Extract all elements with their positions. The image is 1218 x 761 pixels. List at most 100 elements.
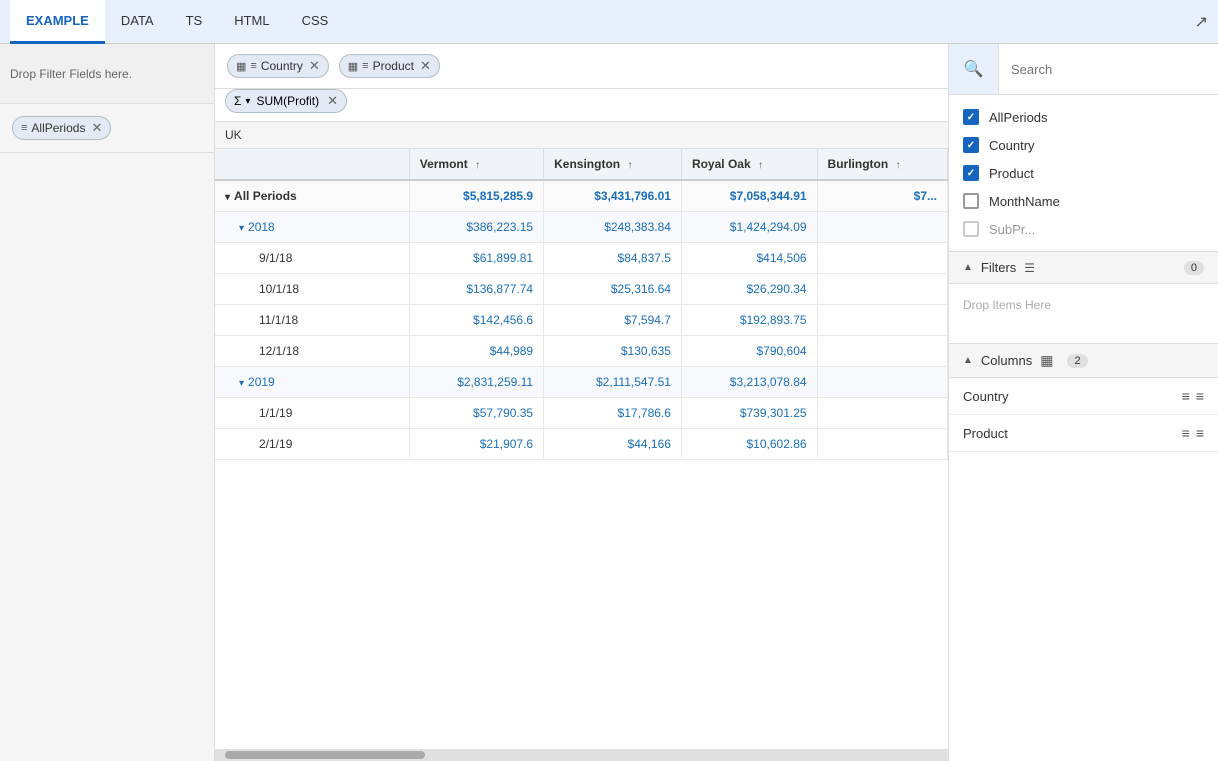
filters-section-header[interactable]: ▲ Filters ☰ 0 — [949, 252, 1218, 284]
top-tab-bar: EXAMPLE DATA TS HTML CSS ↗ — [0, 0, 1218, 44]
drop-filter-area: Drop Filter Fields here. — [0, 44, 214, 104]
column-filter-icon[interactable]: ≡ — [1182, 425, 1190, 441]
table-row: ▾2019$2,831,259.11$2,111,547.51$3,213,07… — [215, 367, 948, 398]
table-cell: $130,635 — [544, 336, 682, 367]
table-cell — [817, 274, 947, 305]
checkbox-box[interactable]: ✓ — [963, 165, 979, 181]
checkbox-item[interactable]: MonthName — [949, 187, 1218, 215]
column-drag-icon[interactable]: ≡ — [1196, 425, 1204, 441]
columns-grid-icon: ▦ — [1040, 352, 1053, 369]
table-cell — [817, 398, 947, 429]
search-bar: 🔍 — [949, 44, 1218, 95]
search-input[interactable] — [999, 52, 1218, 87]
expand-icon[interactable]: ↗ — [1195, 12, 1208, 32]
product-chip-sort-icon: ≡ — [362, 60, 368, 72]
columns-section-label: Columns — [981, 353, 1032, 368]
table-cell: $192,893.75 — [681, 305, 817, 336]
table-cell: $21,907.6 — [409, 429, 543, 460]
uk-label: UK — [215, 122, 948, 149]
drop-items-area: Drop Items Here — [949, 284, 1218, 344]
country-chip-close[interactable]: ✕ — [309, 58, 320, 74]
table-row: 12/1/18$44,989$130,635$790,604 — [215, 336, 948, 367]
vermont-sort-icon: ↑ — [475, 160, 480, 171]
table-cell: $57,790.35 — [409, 398, 543, 429]
burlington-sort-icon: ↑ — [896, 160, 901, 171]
checkbox-label: Product — [989, 166, 1034, 181]
search-icon-box[interactable]: 🔍 — [949, 44, 999, 94]
left-panel: Drop Filter Fields here. ≡ AllPeriods ✕ — [0, 44, 215, 761]
column-item: Product≡≡ — [949, 415, 1218, 452]
table-header-row: Vermont ↑ Kensington ↑ Royal Oak ↑ Bur — [215, 149, 948, 180]
table-cell: $7... — [817, 180, 947, 212]
checkbox-item[interactable]: ✓AllPeriods — [949, 103, 1218, 131]
table-cell: $1,424,294.09 — [681, 212, 817, 243]
columns-list: Country≡≡Product≡≡ — [949, 378, 1218, 452]
table-cell — [817, 429, 947, 460]
column-item: Country≡≡ — [949, 378, 1218, 415]
columns-section-header[interactable]: ▲ Columns ▦ 2 — [949, 344, 1218, 378]
table-row: 1/1/19$57,790.35$17,786.6$739,301.25 — [215, 398, 948, 429]
table-cell: $3,213,078.84 — [681, 367, 817, 398]
columns-badge: 2 — [1067, 354, 1087, 368]
country-chip-label: Country — [261, 59, 303, 73]
column-drag-icon[interactable]: ≡ — [1196, 388, 1204, 404]
checkbox-box[interactable] — [963, 193, 979, 209]
drop-items-label: Drop Items Here — [963, 298, 1051, 312]
checkbox-box[interactable]: ✓ — [963, 137, 979, 153]
tab-example[interactable]: EXAMPLE — [10, 0, 105, 44]
table-cell — [817, 305, 947, 336]
checkbox-box[interactable]: ✓ — [963, 109, 979, 125]
table-cell: $26,290.34 — [681, 274, 817, 305]
table-cell: $3,431,796.01 — [544, 180, 682, 212]
country-chip-sort-icon: ≡ — [250, 60, 256, 72]
tab-html[interactable]: HTML — [218, 0, 285, 44]
check-icon: ✓ — [967, 140, 975, 151]
th-vermont[interactable]: Vermont ↑ — [409, 149, 543, 180]
checkbox-item[interactable]: SubPr... — [949, 215, 1218, 243]
table-cell: $790,604 — [681, 336, 817, 367]
table-cell: $739,301.25 — [681, 398, 817, 429]
country-chip-grid-icon: ▦ — [236, 60, 246, 73]
checkbox-label: Country — [989, 138, 1035, 153]
sum-profit-chip[interactable]: Σ ▾ SUM(Profit) ✕ — [225, 89, 347, 113]
th-kensington[interactable]: Kensington ↑ — [544, 149, 682, 180]
table-cell: $386,223.15 — [409, 212, 543, 243]
horizontal-scrollbar[interactable] — [215, 749, 948, 761]
table-cell — [817, 243, 947, 274]
th-royaloak[interactable]: Royal Oak ↑ — [681, 149, 817, 180]
center-content: ▦ ≡ Country ✕ ▦ ≡ Product ✕ Σ ▾ SUM(Prof… — [215, 44, 948, 761]
tab-data[interactable]: DATA — [105, 0, 170, 44]
table-cell: $10,602.86 — [681, 429, 817, 460]
table-cell: $7,594.7 — [544, 305, 682, 336]
allperiods-pill-close[interactable]: ✕ — [91, 120, 102, 136]
table-row: 11/1/18$142,456.6$7,594.7$192,893.75 — [215, 305, 948, 336]
kensington-sort-icon: ↑ — [627, 160, 632, 171]
sum-bar: Σ ▾ SUM(Profit) ✕ — [215, 89, 948, 122]
checkbox-list: ✓AllPeriods✓Country✓ProductMonthNameSubP… — [949, 95, 1218, 252]
pill-lines-icon: ≡ — [21, 122, 27, 134]
product-chip-close[interactable]: ✕ — [420, 58, 431, 74]
th-burlington[interactable]: Burlington ↑ — [817, 149, 947, 180]
data-table: Vermont ↑ Kensington ↑ Royal Oak ↑ Bur — [215, 149, 948, 460]
checkbox-box[interactable] — [963, 221, 979, 237]
product-chip[interactable]: ▦ ≡ Product ✕ — [339, 54, 440, 78]
table-cell: $5,815,285.9 — [409, 180, 543, 212]
royaloak-sort-icon: ↑ — [758, 160, 763, 171]
product-chip-label: Product — [373, 59, 414, 73]
tab-css[interactable]: CSS — [286, 0, 345, 44]
sum-profit-close[interactable]: ✕ — [327, 93, 338, 109]
column-filter-icon[interactable]: ≡ — [1182, 388, 1190, 404]
checkbox-item[interactable]: ✓ Product — [949, 159, 1218, 187]
table-cell — [817, 367, 947, 398]
check-icon: ✓ — [967, 168, 975, 179]
allperiods-pill[interactable]: ≡ AllPeriods ✕ — [12, 116, 111, 140]
table-container[interactable]: UK Vermont ↑ Kensington ↑ — [215, 122, 948, 749]
scrollbar-thumb[interactable] — [225, 751, 425, 759]
filters-filter-icon: ☰ — [1024, 261, 1035, 275]
country-chip[interactable]: ▦ ≡ Country ✕ — [227, 54, 329, 78]
table-row: ▾2018$386,223.15$248,383.84$1,424,294.09 — [215, 212, 948, 243]
main-layout: Drop Filter Fields here. ≡ AllPeriods ✕ … — [0, 44, 1218, 761]
checkbox-item[interactable]: ✓ Country — [949, 131, 1218, 159]
tab-ts[interactable]: TS — [170, 0, 219, 44]
tree-section — [0, 153, 214, 761]
